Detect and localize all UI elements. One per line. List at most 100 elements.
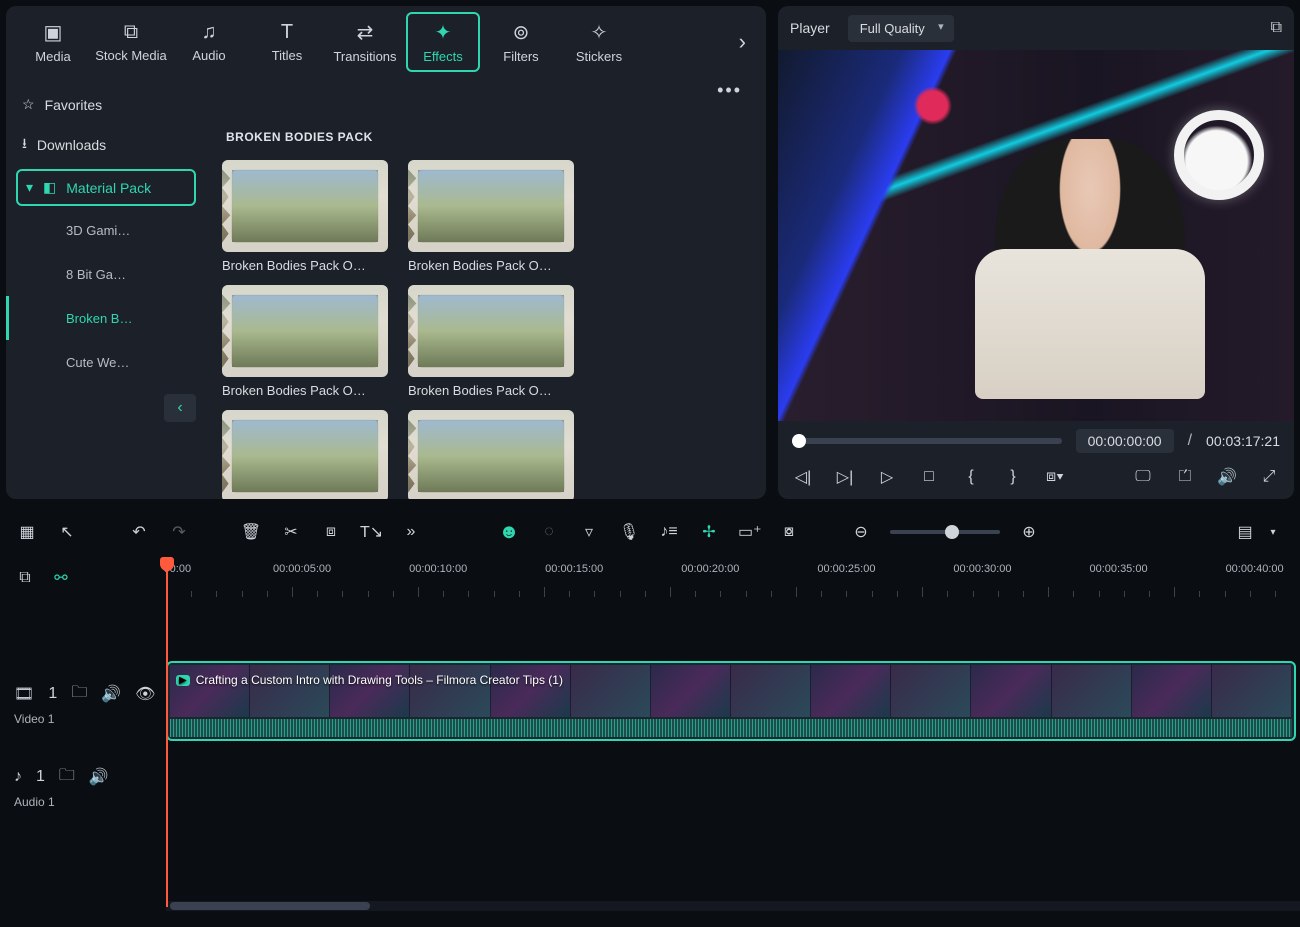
ring-light [1174, 110, 1264, 200]
zoom-slider[interactable] [890, 530, 1000, 534]
sidebar-sub-8bit[interactable]: 8 Bit Ga… [6, 252, 186, 296]
player-panel: Player Full Quality ⧉ 00:00:00:00 / 00:0… [778, 6, 1294, 499]
scrollbar-thumb[interactable] [170, 902, 370, 910]
sidebar-favorites[interactable]: ☆Favorites [6, 86, 206, 123]
ruler-tick-label: 00:00:20:00 [681, 563, 739, 575]
stop-icon[interactable]: □ [918, 468, 940, 486]
audio-icon: ♫ [202, 21, 217, 44]
clip-title: ▶Crafting a Custom Intro with Drawing To… [176, 673, 563, 687]
aspect-icon[interactable]: ⧈▾ [1044, 468, 1066, 486]
tab-stock-media[interactable]: ⧉ Stock Media [94, 12, 168, 72]
ruler-tick-label: 00:00:15:00 [545, 563, 603, 575]
player-title: Player [790, 20, 830, 36]
video-clip[interactable]: ▶Crafting a Custom Intro with Drawing To… [166, 661, 1296, 741]
chevron-down-icon: ▾ [26, 179, 33, 196]
effect-thumbnail [222, 160, 388, 252]
marker-icon[interactable]: ▿ [578, 522, 600, 542]
split-icon[interactable]: ✂ [280, 522, 302, 542]
display-icon[interactable]: 🖵 [1132, 468, 1154, 486]
effect-label: Broken Bodies Pack O… [408, 383, 574, 398]
compare-icon[interactable]: ⧉ [1271, 19, 1282, 37]
delete-icon[interactable]: 🗑 [240, 522, 262, 542]
ai-face-icon[interactable]: ☻ [498, 521, 520, 544]
sidebar-sub-broken-bodies[interactable]: Broken B… [6, 296, 186, 340]
video-preview[interactable] [778, 50, 1294, 421]
mute-icon[interactable]: 🔊 [101, 684, 121, 704]
sidebar-material-pack[interactable]: ▾◧Material Pack [16, 169, 196, 206]
snapshot-icon[interactable]: ⏍ [1174, 468, 1196, 486]
render-icon[interactable]: ✢ [698, 522, 720, 542]
undo-icon[interactable]: ↶ [128, 522, 150, 542]
zoom-in-icon[interactable]: ⊕ [1018, 522, 1040, 542]
zoom-handle[interactable] [945, 525, 959, 539]
visibility-icon[interactable]: 👁 [135, 684, 155, 704]
select-tool-icon[interactable]: ↖ [56, 522, 78, 542]
mute-icon[interactable]: 🔊 [89, 767, 109, 787]
add-track-icon[interactable]: ⧉ [14, 569, 36, 587]
mark-out-icon[interactable]: } [1002, 468, 1024, 486]
ruler-tick-label: 00:00:05:00 [273, 563, 331, 575]
redo-icon[interactable]: ↷ [168, 522, 190, 542]
tab-label: Stock Media [95, 48, 167, 63]
folder-icon[interactable]: 🗀 [59, 764, 75, 791]
audio-mixer-icon[interactable]: ♪≡ [658, 523, 680, 541]
effect-card[interactable] [408, 410, 574, 499]
play-icon[interactable]: ▷ [876, 467, 898, 487]
tab-effects[interactable]: ✦Effects [406, 12, 480, 72]
crop-icon[interactable]: ⧈ [320, 523, 342, 541]
magnet-icon[interactable]: ⚯ [50, 568, 72, 588]
playhead[interactable] [166, 559, 168, 907]
stock-icon: ⧉ [124, 21, 138, 44]
speed-icon[interactable]: ◌ [538, 523, 560, 541]
effect-card[interactable]: Broken Bodies Pack O… [222, 160, 388, 273]
zoom-out-icon[interactable]: ⊖ [850, 522, 872, 542]
tab-audio[interactable]: ♫Audio [172, 12, 246, 72]
sidebar-label: Favorites [45, 97, 103, 113]
effect-card[interactable]: Broken Bodies Pack O… [408, 285, 574, 398]
tabs-scroll-right[interactable]: › [729, 29, 756, 55]
tab-stickers[interactable]: ✧Stickers [562, 12, 636, 72]
folder-icon[interactable]: 🗀 [71, 681, 87, 708]
ruler-tick-label: 00:00:25:00 [817, 563, 875, 575]
keyframe-icon[interactable]: ⧇ [778, 523, 800, 541]
time-separator: / [1188, 432, 1192, 450]
voice-icon[interactable]: 🎙 [618, 522, 640, 542]
collapse-sidebar-button[interactable]: ‹ [164, 394, 196, 422]
tab-filters[interactable]: ⊚Filters [484, 12, 558, 72]
effect-card[interactable] [222, 410, 388, 499]
text-icon[interactable]: T↘ [360, 522, 382, 542]
sidebar-sub-cute-wedding[interactable]: Cute We… [6, 340, 186, 384]
more-tools-icon[interactable]: » [400, 523, 422, 541]
timeline-horizontal-scrollbar[interactable] [166, 901, 1300, 911]
more-menu-button[interactable]: ••• [717, 80, 742, 101]
view-mode-dropdown-icon[interactable]: ▾ [1262, 527, 1284, 538]
tab-titles[interactable]: TTitles [250, 12, 324, 72]
templates-icon[interactable]: ▦ [16, 522, 38, 542]
play-badge-icon: ▶ [176, 675, 190, 686]
mark-in-icon[interactable]: { [960, 468, 982, 486]
scrubber-handle[interactable] [792, 434, 806, 448]
play-next-icon[interactable]: ▷| [834, 467, 856, 487]
ruler-tick-label: 00:00:30:00 [953, 563, 1011, 575]
total-time: 00:03:17:21 [1206, 433, 1280, 449]
prev-frame-icon[interactable]: ◁| [792, 467, 814, 487]
download-icon: ⭳ [22, 133, 27, 157]
effect-card[interactable]: Broken Bodies Pack O… [222, 285, 388, 398]
tab-media[interactable]: ▣ Media [16, 12, 90, 72]
record-icon[interactable]: ▭⁺ [738, 522, 760, 542]
titles-icon: T [281, 21, 293, 44]
view-mode-icon[interactable]: ▤ [1234, 522, 1256, 542]
fullscreen-icon[interactable]: ⤢ [1258, 468, 1280, 486]
preview-scrubber[interactable] [792, 438, 1062, 444]
media-icon: ▣ [44, 20, 63, 45]
tab-transitions[interactable]: ⇄Transitions [328, 12, 402, 72]
sidebar-sub-3d-gaming[interactable]: 3D Gami… [6, 208, 186, 252]
effects-icon: ✦ [435, 20, 452, 45]
tab-label: Media [35, 49, 70, 64]
time-ruler[interactable]: 00:00 00:00:05:00 00:00:10:00 00:00:15:0… [166, 559, 1300, 597]
sidebar-downloads[interactable]: ⭳Downloads [6, 123, 206, 167]
volume-icon[interactable]: 🔊 [1216, 467, 1238, 487]
quality-select[interactable]: Full Quality [848, 15, 954, 42]
pack-title: BROKEN BODIES PACK [226, 130, 750, 144]
effect-card[interactable]: Broken Bodies Pack O… [408, 160, 574, 273]
